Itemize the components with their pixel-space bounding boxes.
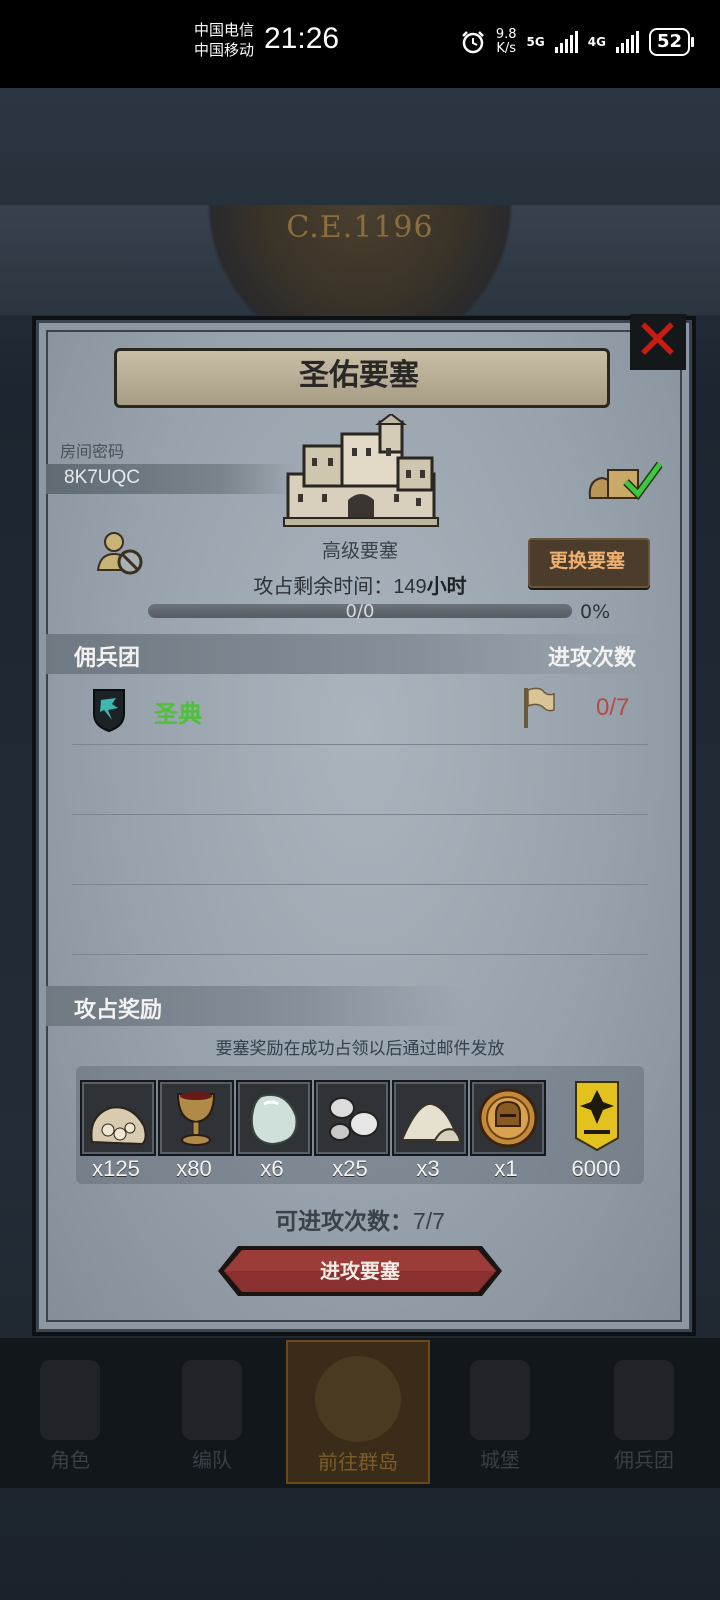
guild-name: 圣典 [154, 700, 202, 728]
nav-islands-label: 前往群岛 [318, 1450, 398, 1474]
nav-castle[interactable]: 城堡 [430, 1340, 570, 1480]
nav-castle-label: 城堡 [480, 1448, 520, 1472]
character-icon [40, 1360, 100, 1440]
capture-progress-percent: 0% [580, 601, 611, 623]
signal-5g-icon [554, 31, 578, 53]
net-4g-label: 4G [587, 35, 606, 49]
reward-slot[interactable] [392, 1080, 468, 1156]
reward-qty: x25 [332, 1156, 368, 1181]
castle-icon [470, 1360, 530, 1440]
carrier-labels: 中国电信 中国移动 [194, 20, 254, 60]
rewards-header: 攻占奖励 [74, 998, 163, 1023]
time-remaining-value: 149 [393, 576, 427, 598]
reward-slot[interactable] [470, 1080, 546, 1156]
close-button[interactable]: ✕ [630, 308, 686, 373]
close-icon: ✕ [634, 308, 681, 373]
guild-badge-icon[interactable] [574, 1080, 620, 1152]
carrier-1: 中国电信 [194, 21, 255, 39]
row-divider [72, 814, 648, 815]
reward-slot[interactable] [236, 1080, 312, 1156]
rewards-note: 要塞奖励在成功占领以后通过邮件发放 [215, 1039, 505, 1059]
attack-fortress-label: 进攻要塞 [320, 1259, 400, 1283]
status-bar: 中国电信 中国移动 21:26 9.8 K/s 5G 4G 52 [0, 0, 720, 88]
reward-slot[interactable] [158, 1080, 234, 1156]
sand-pile-icon [400, 1102, 462, 1143]
knight-helmet-coin-icon [478, 1088, 538, 1148]
reward-qty: x6 [260, 1156, 284, 1181]
network-speed: 9.8 K/s [496, 28, 517, 56]
row-divider [72, 954, 648, 955]
signal-4g-icon [615, 31, 639, 53]
available-attacks-value: 7/7 [413, 1208, 445, 1234]
reward-qty: x80 [176, 1156, 212, 1181]
compass-icon [315, 1356, 401, 1442]
net-5g-label: 5G [526, 35, 545, 49]
mercenary-header: 佣兵团 [74, 646, 141, 671]
nav-mercenary-label: 佣兵团 [614, 1448, 674, 1472]
carrier-2: 中国移动 [194, 41, 255, 59]
status-indicators: 9.8 K/s 5G 4G 52 [460, 22, 695, 62]
row-divider [72, 884, 648, 885]
guild-emblem-icon [93, 689, 125, 732]
reward-slot[interactable] [80, 1080, 156, 1156]
dialog-title: 圣佑要塞 [299, 358, 419, 393]
fortress-image [283, 414, 439, 527]
era-label: C.E.1196 [286, 210, 434, 245]
speed-unit: K/s [496, 41, 517, 56]
available-attacks-label: 可进攻次数： [275, 1209, 413, 1235]
alarm-clock-icon [461, 31, 484, 54]
silver-ore-icon [329, 1097, 379, 1141]
battery-level: 52 [648, 28, 695, 56]
nav-character-label: 角色 [50, 1448, 90, 1472]
nav-formation-label: 编队 [192, 1448, 232, 1472]
time-remaining-label: 攻占剩余时间： [253, 574, 394, 598]
reward-qty: x1 [494, 1156, 518, 1181]
available-attacks: 可进攻次数：7/7 [0, 1202, 720, 1236]
helmet-icon [182, 1360, 242, 1440]
time-remaining: 攻占剩余时间：149小时 [0, 570, 720, 599]
tower-icon [614, 1360, 674, 1440]
attack-count-header: 进攻次数 [548, 646, 637, 671]
nav-formation[interactable]: 编队 [142, 1340, 282, 1480]
row-divider [72, 744, 648, 745]
room-password-label: 房间密码 [60, 442, 125, 461]
fortress-level: 高级要塞 [321, 540, 398, 562]
speed-value: 9.8 [495, 27, 517, 42]
status-time: 21:26 [264, 22, 340, 55]
reward-qty: x125 [92, 1156, 140, 1181]
flag-icon [524, 687, 555, 728]
nav-mercenary[interactable]: 佣兵团 [574, 1340, 714, 1480]
nav-islands[interactable]: 前往群岛 [286, 1340, 430, 1484]
reward-slot[interactable] [314, 1080, 390, 1156]
room-code-value: 8K7UQC [64, 467, 141, 488]
reward-qty: x3 [416, 1156, 440, 1181]
goblet-icon [176, 1092, 216, 1146]
guild-attack-count: 0/7 [596, 694, 630, 721]
reward-qty: 6000 [571, 1156, 621, 1181]
nav-character[interactable]: 角色 [0, 1340, 140, 1480]
supply-bag-check-icon [588, 461, 662, 501]
ore-bag-icon [90, 1106, 147, 1146]
capture-progress-text: 0/0 [345, 601, 375, 622]
gem-stone-icon [250, 1094, 298, 1146]
time-remaining-unit: 小时 [426, 574, 467, 598]
